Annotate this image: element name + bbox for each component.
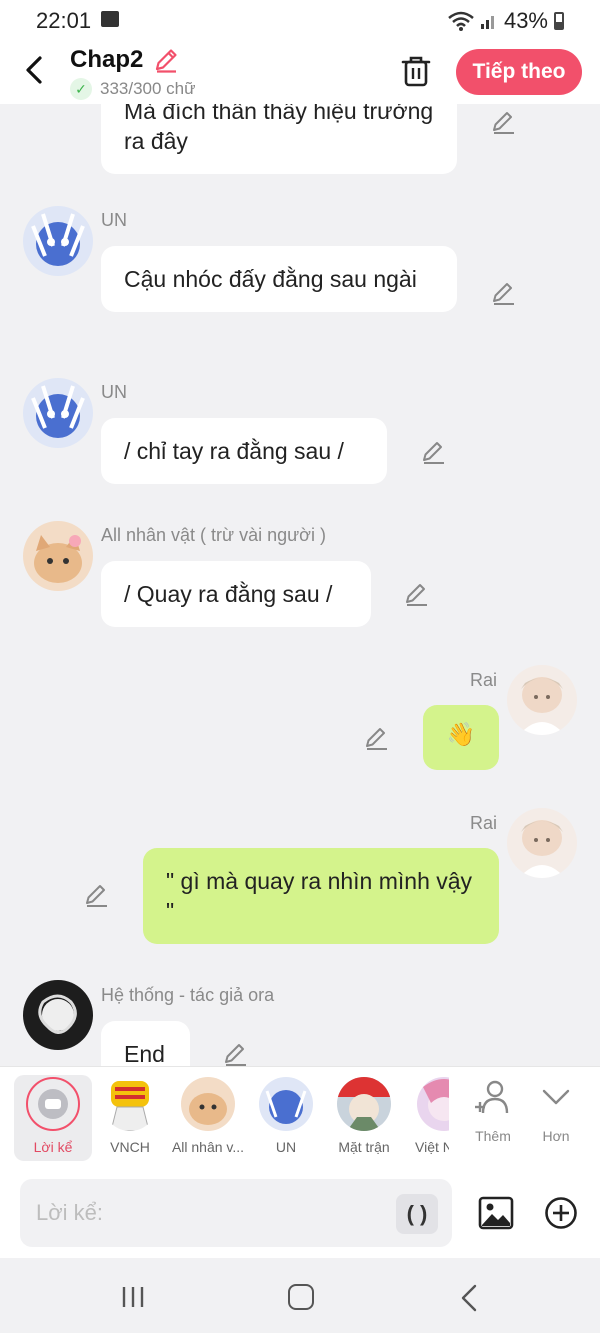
character-vnch[interactable]: VNCH [91,1075,169,1155]
home-icon[interactable] [288,1284,314,1310]
back-arrow-icon[interactable] [20,52,50,88]
message-bubble[interactable]: Cậu nhóc đấy đằng sau ngài [101,246,457,312]
sender-name: UN [101,382,127,402]
wave-emoji: 👋 [446,721,476,747]
system-nav-bar [0,1258,600,1333]
trash-icon[interactable] [400,54,432,88]
avatar-system[interactable] [23,980,93,1050]
status-time: 22:01 [36,8,92,33]
nav-back-icon[interactable] [460,1283,478,1313]
character-label: UN [275,1139,297,1155]
image-icon[interactable] [478,1195,514,1231]
add-character-label: Thêm [475,1128,511,1144]
add-circle-icon[interactable] [544,1196,578,1230]
edit-message-icon[interactable] [490,279,518,307]
check-icon: ✓ [70,78,92,100]
editor-header: Chap2 ✓ 333/300 chữ Tiếp theo [0,40,600,104]
character-all[interactable]: All nhân v... [169,1075,247,1155]
chapter-title-block: Chap2 ✓ 333/300 chữ [70,46,196,100]
more-button[interactable]: Hơn [521,1079,591,1144]
word-count: 333/300 chữ [100,79,196,98]
gallery-notification-icon [101,11,119,27]
character-avatar [417,1077,449,1131]
message-bubble[interactable]: / Quay ra đằng sau / [101,561,371,627]
narrator-icon [26,1077,80,1131]
edit-message-icon[interactable] [420,438,448,466]
character-label: Việt N [415,1139,449,1155]
character-label: VNCH [110,1139,150,1155]
signal-icon [480,16,494,29]
edit-message-icon[interactable] [363,724,391,752]
input-bar: ( ) [0,1168,600,1258]
message-text: Cậu nhóc đấy đằng sau ngài [124,266,417,292]
message-bubble[interactable]: / chỉ tay ra đằng sau / [101,418,387,484]
avatar-un[interactable] [23,206,93,276]
avatar-rai[interactable] [507,665,577,735]
character-un[interactable]: UN [247,1075,325,1155]
character-label: Lời kể [33,1139,73,1155]
message-text: End [124,1041,165,1066]
add-person-icon [475,1080,509,1114]
sender-name: UN [101,210,127,230]
character-avatar [259,1077,313,1131]
message-bubble[interactable]: Mà đích thân thầy hiệu trưởng ra đây [101,104,457,174]
message-bubble[interactable]: " gì mà quay ra nhìn mình vậy " [143,848,499,944]
status-bar: 22:01 43% [0,0,600,40]
battery-icon [554,12,564,30]
wifi-icon [448,11,474,31]
sender-name: Hệ thống - tác giả ora [101,985,275,1005]
message-text: / chỉ tay ra đằng sau / [124,438,344,464]
character-label: Mặt trận [338,1139,390,1155]
message-text: Mà đích thân thầy hiệu trưởng ra đây [124,104,434,154]
avatar-all-characters[interactable] [23,521,93,591]
sender-name: All nhân vật ( trừ vài người ) [101,525,326,545]
add-character-button[interactable]: Thêm [458,1079,528,1144]
message-text: / Quay ra đằng sau / [124,581,333,607]
status-right: 43% [448,8,564,34]
message-text: " gì mà quay ra nhìn mình vậy " [166,868,473,924]
edit-message-icon[interactable] [222,1040,250,1066]
edit-message-icon[interactable] [490,108,518,136]
character-mat-tran[interactable]: Mặt trận [325,1075,403,1155]
more-label: Hơn [542,1128,570,1144]
character-selector: Lời kể VNCH All nhân v... UN Mặt trận Vi… [0,1066,600,1168]
parenthesis-button[interactable]: ( ) [396,1194,438,1234]
character-avatar [103,1077,157,1131]
sender-name: Rai [470,813,498,833]
character-narrator[interactable]: Lời kể [14,1075,92,1161]
word-count-row: ✓ 333/300 chữ [70,78,196,100]
message-bubble[interactable]: 👋 [423,705,499,770]
recent-apps-icon[interactable] [120,1285,146,1309]
message-input[interactable] [20,1179,452,1247]
next-button[interactable]: Tiếp theo [456,49,582,95]
battery-percent: 43% [503,8,548,33]
character-label: All nhân v... [171,1139,245,1155]
character-avatar [337,1077,391,1131]
sender-name: Rai [470,670,498,690]
chapter-title[interactable]: Chap2 [70,46,143,74]
edit-message-icon[interactable] [83,881,111,909]
edit-message-icon[interactable] [403,580,431,608]
chevron-down-icon [542,1089,570,1105]
avatar-rai[interactable] [507,808,577,878]
avatar-un[interactable] [23,378,93,448]
chat-area[interactable]: Mà đích thân thầy hiệu trưởng ra đây UN … [0,104,600,1066]
pencil-icon[interactable] [152,46,180,74]
character-viet[interactable]: Việt N [403,1075,449,1155]
character-avatar [181,1077,235,1131]
message-bubble[interactable]: End [101,1021,190,1066]
